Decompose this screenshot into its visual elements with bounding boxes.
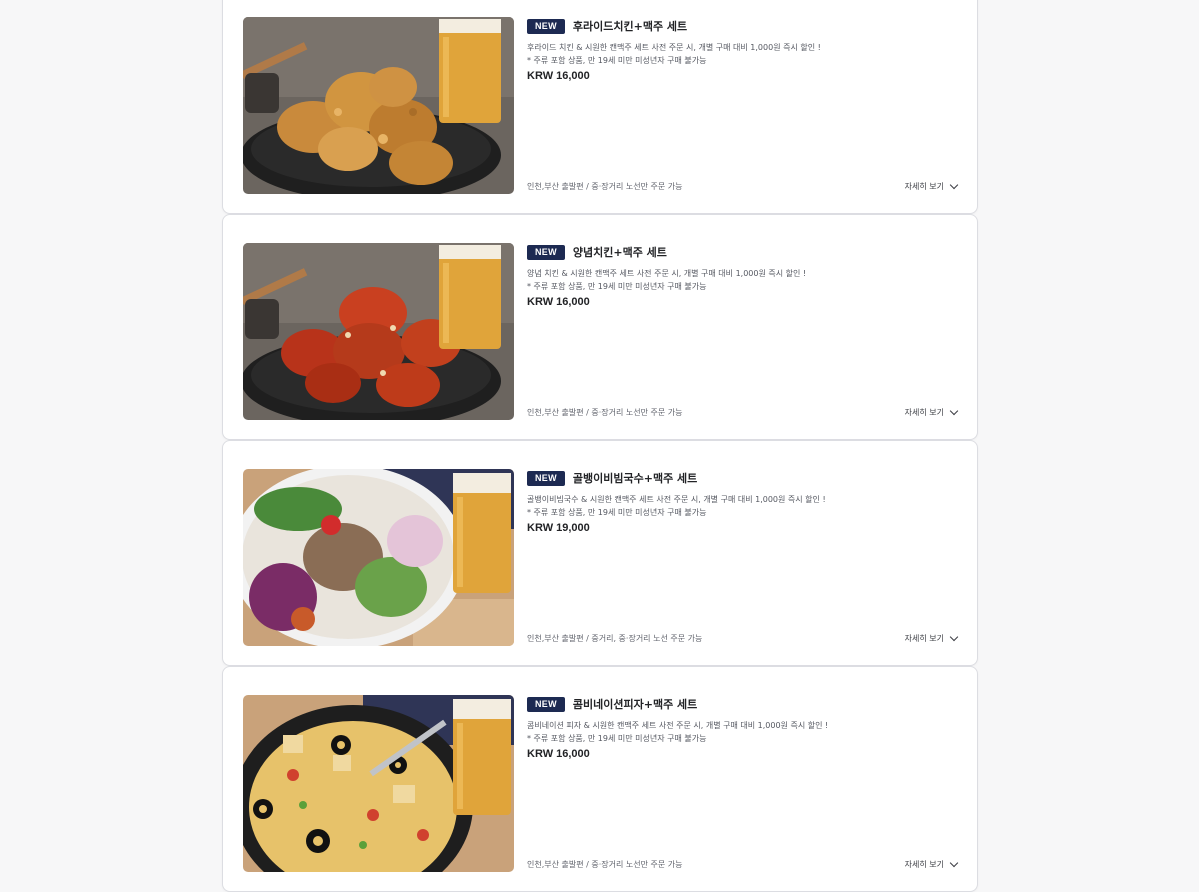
product-price: KRW 16,000 — [527, 296, 590, 308]
product-description: 콤비네이션 피자 & 시원한 캔맥주 세트 사전 주문 시, 개별 구매 대비 … — [527, 719, 957, 745]
new-badge: NEW — [527, 18, 565, 34]
description-line: 양념 치킨 & 시원한 캔맥주 세트 사전 주문 시, 개별 구매 대비 1,0… — [527, 269, 807, 278]
combination-pizza-image — [243, 695, 514, 872]
chevron-down-icon — [949, 180, 959, 189]
card-footer: 인천,부산 출발편 / 중거리, 중·장거리 노선 주문 가능 자세히 보기 — [527, 631, 959, 645]
view-details-label: 자세히 보기 — [904, 859, 944, 869]
product-price: KRW 19,000 — [527, 522, 590, 534]
product-card[interactable]: NEW 양념치킨+맥주 세트 양념 치킨 & 시원한 캔맥주 세트 사전 주문 … — [222, 214, 978, 440]
product-image[interactable] — [243, 469, 514, 646]
product-price: KRW 16,000 — [527, 70, 590, 82]
whelk-noodles-image — [243, 469, 514, 646]
card-footer: 인천,부산 출발편 / 중·장거리 노선만 주문 가능 자세히 보기 — [527, 405, 959, 419]
title-row: NEW 양념치킨+맥주 세트 — [527, 243, 957, 261]
new-badge: NEW — [527, 244, 565, 260]
availability-text: 인천,부산 출발편 / 중·장거리 노선만 주문 가능 — [527, 859, 683, 869]
age-notice: * 주류 포함 상품, 만 19세 미만 미성년자 구매 불가능 — [527, 508, 707, 517]
product-info: NEW 양념치킨+맥주 세트 양념 치킨 & 시원한 캔맥주 세트 사전 주문 … — [527, 243, 959, 419]
view-details-button[interactable]: 자세히 보기 — [904, 406, 959, 418]
product-description: 양념 치킨 & 시원한 캔맥주 세트 사전 주문 시, 개별 구매 대비 1,0… — [527, 267, 957, 293]
card-footer: 인천,부산 출발편 / 중·장거리 노선만 주문 가능 자세히 보기 — [527, 179, 959, 193]
product-description: 골뱅이비빔국수 & 시원한 캔맥주 세트 사전 주문 시, 개별 구매 대비 1… — [527, 493, 957, 519]
view-details-button[interactable]: 자세히 보기 — [904, 632, 959, 644]
product-title[interactable]: 골뱅이비빔국수+맥주 세트 — [573, 470, 697, 486]
product-image[interactable] — [243, 17, 514, 194]
seasoned-chicken-image — [243, 243, 514, 420]
new-badge: NEW — [527, 696, 565, 712]
age-notice: * 주류 포함 상품, 만 19세 미만 미성년자 구매 불가능 — [527, 734, 707, 743]
card-footer: 인천,부산 출발편 / 중·장거리 노선만 주문 가능 자세히 보기 — [527, 857, 959, 871]
product-info: NEW 골뱅이비빔국수+맥주 세트 골뱅이비빔국수 & 시원한 캔맥주 세트 사… — [527, 469, 959, 645]
product-card[interactable]: NEW 콤비네이션피자+맥주 세트 콤비네이션 피자 & 시원한 캔맥주 세트 … — [222, 666, 978, 892]
description-line: 콤비네이션 피자 & 시원한 캔맥주 세트 사전 주문 시, 개별 구매 대비 … — [527, 721, 829, 730]
availability-text: 인천,부산 출발편 / 중·장거리 노선만 주문 가능 — [527, 407, 683, 417]
title-row: NEW 콤비네이션피자+맥주 세트 — [527, 695, 957, 713]
new-badge: NEW — [527, 470, 565, 486]
product-price: KRW 16,000 — [527, 748, 590, 760]
product-title[interactable]: 양념치킨+맥주 세트 — [573, 244, 667, 260]
fried-chicken-image — [243, 17, 514, 194]
product-info: NEW 콤비네이션피자+맥주 세트 콤비네이션 피자 & 시원한 캔맥주 세트 … — [527, 695, 959, 871]
product-title[interactable]: 콤비네이션피자+맥주 세트 — [573, 696, 697, 712]
title-row: NEW 후라이드치킨+맥주 세트 — [527, 17, 957, 35]
product-info: NEW 후라이드치킨+맥주 세트 후라이드 치킨 & 시원한 캔맥주 세트 사전… — [527, 17, 959, 193]
product-image[interactable] — [243, 695, 514, 872]
age-notice: * 주류 포함 상품, 만 19세 미만 미성년자 구매 불가능 — [527, 56, 707, 65]
chevron-down-icon — [949, 406, 959, 415]
age-notice: * 주류 포함 상품, 만 19세 미만 미성년자 구매 불가능 — [527, 282, 707, 291]
description-line: 골뱅이비빔국수 & 시원한 캔맥주 세트 사전 주문 시, 개별 구매 대비 1… — [527, 495, 826, 504]
product-title[interactable]: 후라이드치킨+맥주 세트 — [573, 18, 687, 34]
product-description: 후라이드 치킨 & 시원한 캔맥주 세트 사전 주문 시, 개별 구매 대비 1… — [527, 41, 957, 67]
title-row: NEW 골뱅이비빔국수+맥주 세트 — [527, 469, 957, 487]
chevron-down-icon — [949, 858, 959, 867]
view-details-button[interactable]: 자세히 보기 — [904, 858, 959, 870]
product-card[interactable]: NEW 골뱅이비빔국수+맥주 세트 골뱅이비빔국수 & 시원한 캔맥주 세트 사… — [222, 440, 978, 666]
product-list: NEW 후라이드치킨+맥주 세트 후라이드 치킨 & 시원한 캔맥주 세트 사전… — [222, 0, 978, 892]
view-details-label: 자세히 보기 — [904, 633, 944, 643]
availability-text: 인천,부산 출발편 / 중·장거리 노선만 주문 가능 — [527, 181, 683, 191]
view-details-label: 자세히 보기 — [904, 407, 944, 417]
availability-text: 인천,부산 출발편 / 중거리, 중·장거리 노선 주문 가능 — [527, 633, 703, 643]
product-card[interactable]: NEW 후라이드치킨+맥주 세트 후라이드 치킨 & 시원한 캔맥주 세트 사전… — [222, 0, 978, 214]
view-details-label: 자세히 보기 — [904, 181, 944, 191]
chevron-down-icon — [949, 632, 959, 641]
description-line: 후라이드 치킨 & 시원한 캔맥주 세트 사전 주문 시, 개별 구매 대비 1… — [527, 43, 821, 52]
view-details-button[interactable]: 자세히 보기 — [904, 180, 959, 192]
product-image[interactable] — [243, 243, 514, 420]
